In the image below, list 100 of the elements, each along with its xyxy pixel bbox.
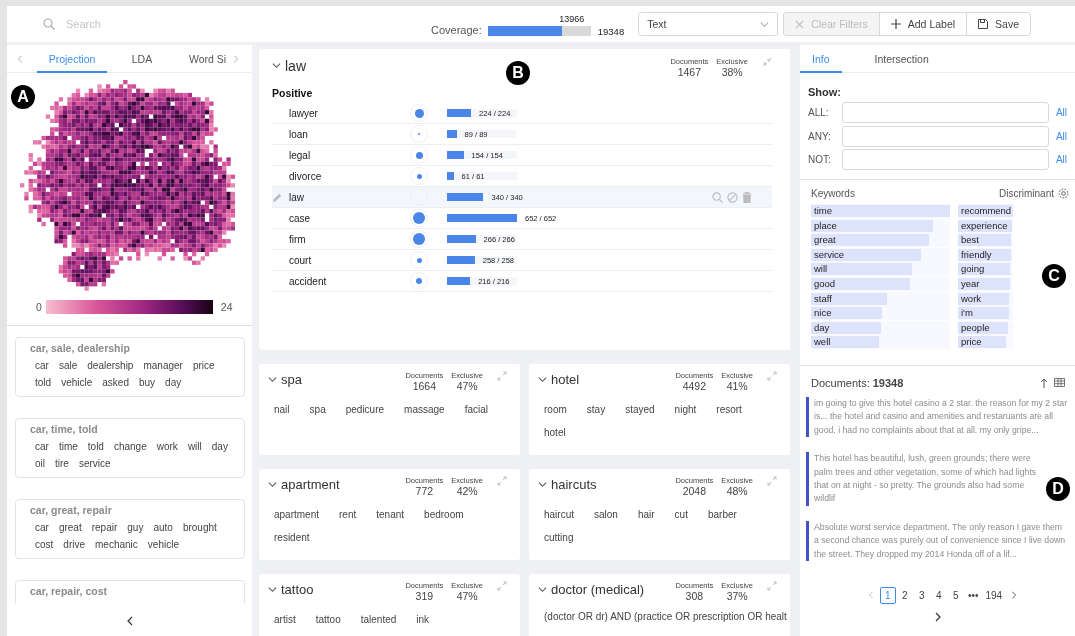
view-select[interactable]: Text [638, 12, 779, 36]
keyword[interactable]: great [811, 234, 836, 246]
all-link[interactable]: All [1055, 107, 1067, 119]
expand-icon[interactable] [767, 581, 777, 591]
toolbar-button[interactable]: Add Label [878, 12, 968, 36]
chevron-down-icon [760, 19, 770, 29]
topic-word: auto [153, 521, 173, 535]
page-button[interactable]: 3 [913, 586, 930, 604]
chevron-down-icon[interactable] [268, 585, 277, 594]
chevron-down-icon[interactable] [538, 585, 547, 594]
term-label[interactable]: legal [289, 149, 401, 161]
chevron-right-icon[interactable] [232, 54, 241, 63]
label-title: tattoo [281, 581, 314, 599]
keyword[interactable]: place [811, 219, 837, 231]
tab[interactable]: Projection [37, 44, 107, 73]
topic-card[interactable]: car, sale, dealership car sale dealership manager price told vehicle asked buy day [15, 337, 245, 397]
chevron-down-icon[interactable] [272, 61, 281, 70]
page-button[interactable]: 2 [896, 586, 913, 604]
term-dot [416, 173, 422, 179]
coverage-value: 13966 [559, 13, 585, 24]
label-keyword: artist [274, 613, 296, 627]
ban-icon[interactable] [727, 191, 738, 203]
filter-field[interactable] [842, 102, 1049, 124]
sort-arrow-icon[interactable] [1040, 377, 1048, 388]
trash-icon[interactable] [742, 191, 752, 203]
topic-card[interactable]: car, great, repair car great repair guy auto brought cost drive mechanic vehicle [15, 499, 245, 559]
keyword[interactable]: service [811, 248, 845, 260]
chevron-down-icon[interactable] [268, 480, 277, 489]
expand-icon[interactable] [497, 581, 507, 591]
keyword[interactable]: staff [811, 292, 832, 304]
save-icon [978, 19, 989, 29]
label-keyword: massage [404, 403, 445, 417]
topic-title: car, sale, dealership [30, 342, 131, 355]
term-label[interactable]: law [289, 191, 401, 203]
keyword[interactable]: good [811, 277, 836, 289]
term-dot [415, 151, 423, 159]
term-dot [416, 257, 422, 263]
tab[interactable]: LDA [107, 44, 177, 73]
label-query: (doctor OR dr) AND (practice OR prescription OR healt [543, 611, 787, 622]
toolbar-button[interactable]: Save [966, 12, 1031, 36]
topic-word: car [35, 440, 49, 454]
term-label[interactable]: firm [289, 233, 401, 245]
term-label[interactable]: divorce [289, 170, 401, 182]
keyword[interactable]: well [811, 336, 831, 348]
keyword[interactable]: will [811, 263, 828, 275]
chevron-left-icon[interactable] [16, 54, 24, 63]
page-button[interactable]: 5 [947, 586, 964, 604]
document-snippet[interactable]: im going to give this hotel casino a 2 star. the reason for my 2 star is... the hotel and casino and amenities and restaruants are all good. i had no complaints about that at all. my only gripe... [806, 397, 1069, 438]
documents-count: Documents: 19348 [811, 376, 904, 389]
search-icon[interactable] [712, 191, 723, 203]
search-icon [43, 18, 55, 30]
chevron-down-icon[interactable] [268, 375, 277, 384]
expand-icon[interactable] [767, 476, 777, 486]
term-label[interactable]: court [289, 254, 401, 266]
settings-icon[interactable] [1058, 188, 1069, 199]
all-link[interactable]: All [1055, 154, 1067, 166]
term-label[interactable]: accident [289, 275, 401, 287]
topic-word: told [35, 376, 52, 390]
topic-word: manager [143, 359, 183, 373]
filter-field[interactable] [842, 149, 1049, 171]
page-button[interactable]: ••• [964, 586, 982, 604]
page-button[interactable]: 194 [982, 586, 1006, 604]
label-keyword: rent [339, 508, 357, 522]
table-icon[interactable] [1054, 378, 1065, 387]
expand-icon[interactable] [767, 371, 777, 381]
label-keyword: haircut [544, 508, 574, 522]
label-keyword: tattoo [315, 613, 341, 627]
label-keyword: resort [716, 403, 742, 417]
edit-icon[interactable] [272, 191, 283, 203]
expand-icon[interactable] [497, 476, 507, 486]
topic-card[interactable]: car, time, told car time told change work will day oil tire service [15, 418, 245, 478]
coverage-total: 19348 [597, 25, 625, 37]
keyword[interactable]: day [811, 321, 830, 333]
term-label[interactable]: case [289, 212, 401, 224]
tab[interactable]: Word Si [177, 44, 233, 73]
chevron-right-icon[interactable] [1010, 591, 1019, 599]
topic-card[interactable]: car, repair, cost [15, 580, 245, 604]
keyword[interactable]: time [811, 205, 832, 216]
stat-value: 41% [726, 380, 748, 393]
page-button[interactable]: 4 [930, 586, 947, 604]
tab[interactable]: Info [800, 45, 842, 73]
chevron-down-icon[interactable] [538, 375, 547, 384]
page-button[interactable]: 1 [879, 586, 896, 604]
all-link[interactable]: All [1055, 130, 1067, 142]
stat-value: 319 [415, 590, 434, 603]
keyword[interactable]: nice [811, 307, 832, 319]
tab[interactable]: Intersection [862, 45, 941, 73]
label-title: hotel [551, 371, 580, 389]
expand-icon[interactable] [497, 371, 507, 381]
mode-label[interactable]: Discriminant [999, 188, 1054, 199]
filter-field[interactable] [842, 125, 1049, 147]
keyword[interactable]: recommend [958, 205, 1012, 216]
stat-value: 38% [721, 66, 743, 79]
stat-value: 308 [685, 590, 704, 603]
term-label[interactable]: lawyer [289, 107, 401, 119]
chevron-down-icon[interactable] [538, 480, 547, 489]
section-heading: Show: [808, 86, 842, 98]
chevron-left-icon[interactable] [866, 591, 875, 599]
term-label[interactable]: loan [289, 128, 401, 140]
topic-word: day [165, 376, 182, 390]
